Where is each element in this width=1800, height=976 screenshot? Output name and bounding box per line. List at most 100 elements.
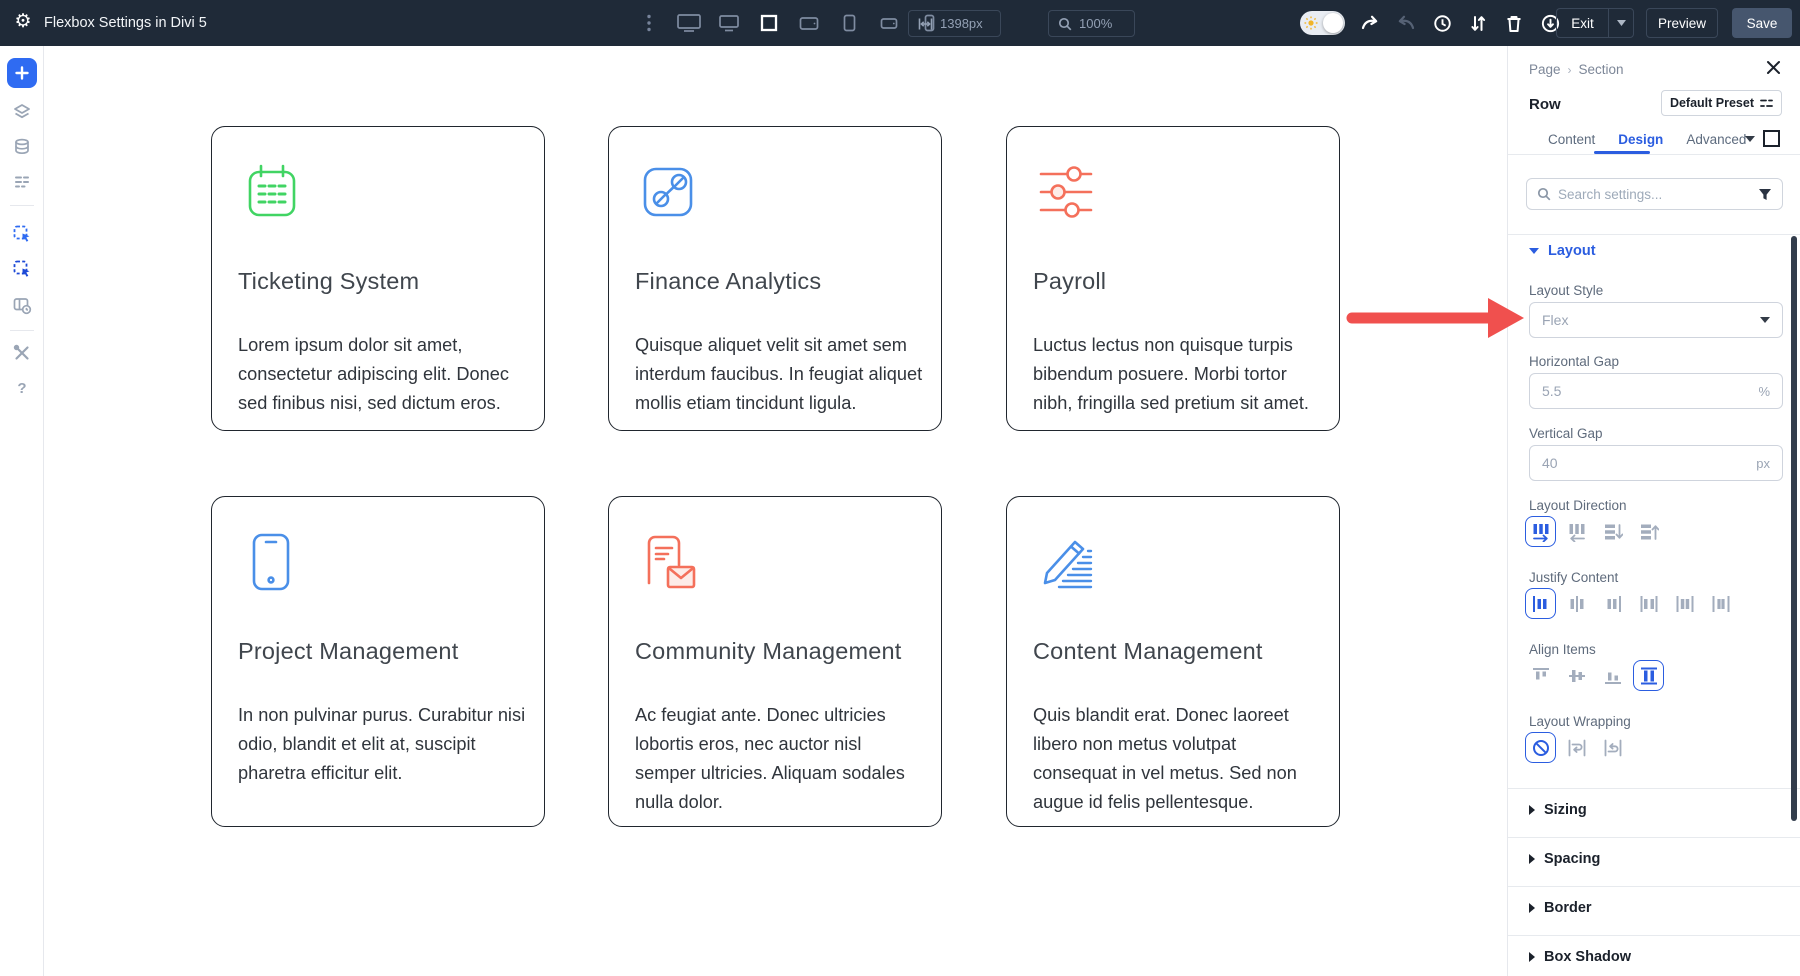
align-flex-start-option[interactable] — [1525, 660, 1556, 691]
horizontal-gap-label: Horizontal Gap — [1529, 354, 1619, 369]
breadcrumb-parent[interactable]: Page — [1529, 62, 1561, 77]
direction-row-option[interactable] — [1525, 516, 1556, 547]
tab-advanced[interactable]: Advanced — [1686, 132, 1746, 147]
tab-content[interactable]: Content — [1548, 132, 1595, 147]
redo-icon[interactable] — [1394, 11, 1418, 35]
tab-design[interactable]: Design — [1618, 132, 1663, 147]
section-header-layout[interactable]: Layout — [1529, 243, 1596, 259]
tablet-portrait-icon[interactable] — [836, 11, 862, 35]
divider — [1508, 234, 1800, 235]
breadcrumb-child[interactable]: Section — [1579, 62, 1624, 77]
justify-space-evenly-option[interactable] — [1705, 588, 1736, 619]
save-button[interactable]: Save — [1732, 8, 1792, 38]
card-body: In non pulvinar purus. Curabitur nisi od… — [238, 701, 526, 788]
justify-space-between-option[interactable] — [1633, 588, 1664, 619]
section-header-spacing[interactable]: Spacing — [1529, 851, 1600, 867]
light-dark-mode-toggle[interactable] — [1300, 11, 1345, 35]
align-flex-end-option[interactable] — [1597, 660, 1628, 691]
breadcrumb[interactable]: Page › Section — [1529, 62, 1624, 77]
desktop-icon[interactable] — [716, 11, 742, 35]
card-title: Payroll — [1033, 268, 1313, 295]
align-center-option[interactable] — [1561, 660, 1592, 691]
justify-flex-end-option[interactable] — [1597, 588, 1628, 619]
align-items-options — [1525, 660, 1664, 691]
tools-icon[interactable] — [12, 343, 32, 363]
wrap-reverse-option[interactable] — [1597, 732, 1628, 763]
direction-row-reverse-option[interactable] — [1561, 516, 1592, 547]
card-body: Luctus lectus non quisque turpis bibendu… — [1033, 331, 1321, 418]
justify-flex-start-option[interactable] — [1525, 588, 1556, 619]
layout-style-select[interactable]: Flex — [1529, 302, 1783, 338]
section-header-box-shadow[interactable]: Box Shadow — [1529, 949, 1631, 965]
wrap-none-option[interactable] — [1525, 732, 1556, 763]
close-panel-button[interactable] — [1766, 60, 1782, 76]
justify-content-options — [1525, 588, 1736, 619]
horizontal-gap-unit: % — [1758, 384, 1770, 399]
settings-gear-icon[interactable]: ⚙ — [12, 11, 34, 33]
blurb-card-project[interactable]: Project Management In non pulvinar purus… — [211, 496, 545, 827]
justify-center-option[interactable] — [1561, 588, 1592, 619]
caret-right-icon — [1529, 952, 1535, 962]
add-module-button[interactable] — [7, 58, 37, 88]
square-viewport-icon-active[interactable] — [756, 11, 782, 35]
preview-button[interactable]: Preview — [1646, 8, 1718, 38]
layout-history-icon[interactable] — [12, 295, 32, 315]
expand-panel-icon[interactable] — [1763, 130, 1780, 147]
insert-row-icon[interactable] — [12, 259, 32, 279]
trash-icon[interactable] — [1502, 11, 1526, 35]
blurb-card-community[interactable]: Community Management Ac feugiat ante. Do… — [608, 496, 942, 827]
wireframe-icon[interactable] — [12, 172, 32, 192]
desktop-large-icon[interactable] — [676, 11, 702, 35]
layers-icon[interactable] — [12, 102, 32, 122]
sort-arrows-icon[interactable] — [1466, 11, 1490, 35]
direction-column-option[interactable] — [1597, 516, 1628, 547]
wrap-option[interactable] — [1561, 732, 1592, 763]
justify-space-around-option[interactable] — [1669, 588, 1700, 619]
undo-icon[interactable] — [1358, 11, 1382, 35]
width-arrows-icon — [918, 17, 933, 31]
exit-dropdown-button[interactable] — [1608, 8, 1634, 38]
history-icon[interactable] — [1430, 11, 1454, 35]
card-title: Community Management — [635, 638, 915, 665]
plus-icon — [15, 66, 29, 80]
database-icon[interactable] — [12, 137, 32, 157]
blurb-card-payroll[interactable]: Payroll Luctus lectus non quisque turpis… — [1006, 126, 1340, 431]
align-stretch-option[interactable] — [1633, 660, 1664, 691]
drag-dots-icon[interactable] — [636, 11, 662, 35]
canvas-zoom-input[interactable]: 100% — [1048, 10, 1135, 37]
search-settings-box[interactable] — [1526, 178, 1783, 210]
help-icon[interactable]: ? — [12, 378, 32, 398]
blurb-card-content[interactable]: Content Management Quis blandit erat. Do… — [1006, 496, 1340, 827]
card-title: Ticketing System — [238, 268, 518, 295]
canvas-width-input[interactable]: 1398px — [908, 10, 1001, 37]
panel-scrollbar[interactable] — [1791, 236, 1797, 821]
insert-module-icon[interactable] — [12, 224, 32, 244]
align-items-label: Align Items — [1529, 642, 1596, 657]
section-header-sizing[interactable]: Sizing — [1529, 802, 1587, 818]
direction-column-reverse-option[interactable] — [1633, 516, 1664, 547]
section-title: Sizing — [1544, 802, 1587, 818]
horizontal-gap-input[interactable] — [1542, 383, 1732, 399]
search-settings-input[interactable] — [1558, 187, 1751, 202]
zoom-magnifier-icon — [1058, 17, 1072, 31]
section-title: Border — [1544, 900, 1592, 916]
settings-tabs: Content Design Advanced — [1548, 132, 1746, 147]
filter-funnel-icon[interactable] — [1758, 188, 1772, 201]
section-header-border[interactable]: Border — [1529, 900, 1592, 916]
select-caret-icon — [1760, 317, 1770, 323]
vertical-gap-input[interactable] — [1542, 455, 1732, 471]
tabs-dropdown-icon[interactable] — [1745, 136, 1755, 142]
blurb-card-ticketing[interactable]: Ticketing System Lorem ipsum dolor sit a… — [211, 126, 545, 431]
builder-canvas[interactable]: Ticketing System Lorem ipsum dolor sit a… — [45, 46, 1507, 976]
phone-icon — [238, 529, 304, 595]
pencil-icon — [1033, 529, 1099, 595]
exit-button[interactable]: Exit — [1556, 8, 1608, 38]
default-preset-button[interactable]: Default Preset — [1661, 90, 1782, 116]
divider — [1508, 837, 1800, 838]
phone-landscape-icon[interactable] — [876, 11, 902, 35]
exit-button-group: Exit — [1556, 8, 1634, 38]
sun-icon — [1304, 16, 1318, 35]
calendar-icon — [238, 159, 304, 225]
tablet-landscape-icon[interactable] — [796, 11, 822, 35]
blurb-card-finance[interactable]: Finance Analytics Quisque aliquet velit … — [608, 126, 942, 431]
